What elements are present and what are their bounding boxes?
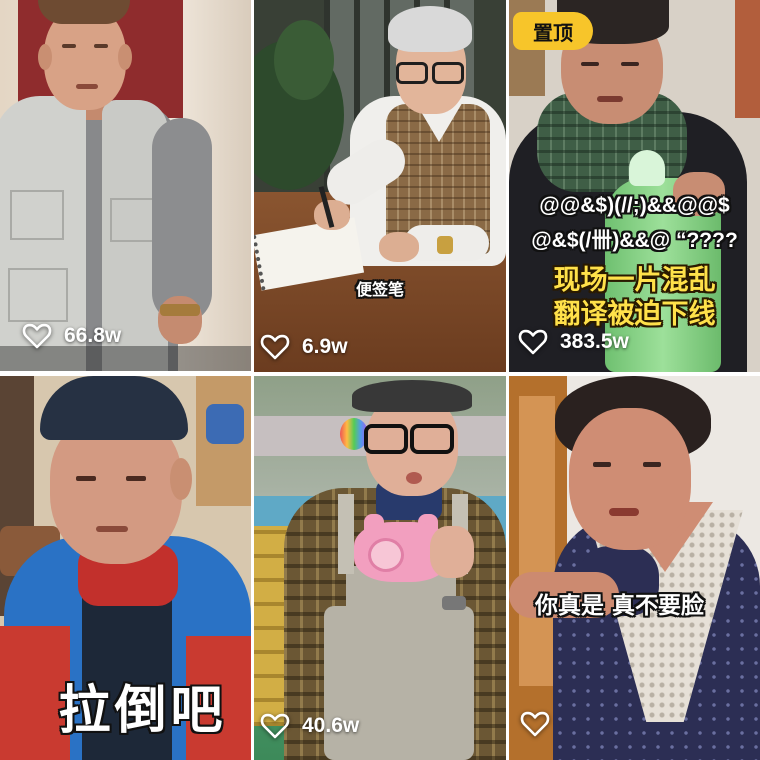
like-button[interactable]: 40.6w (260, 712, 359, 740)
overlay-text: @&$(/卌)&&@ “???? (531, 229, 738, 252)
heart-icon[interactable] (520, 710, 550, 738)
mouth (597, 96, 623, 102)
like-button[interactable]: 6.9w (260, 333, 348, 361)
cap (38, 0, 130, 24)
eye (126, 476, 146, 481)
glasses (364, 424, 408, 454)
video-thumbnail-6[interactable]: 你真是 真不要脸 (509, 376, 760, 760)
eye (94, 44, 108, 48)
strap (338, 494, 354, 574)
cap (40, 376, 188, 440)
vest-pocket (8, 268, 68, 322)
hat (352, 380, 472, 412)
picture-frame (735, 0, 760, 118)
like-count: 6.9w (302, 335, 348, 358)
video-thumbnail-1[interactable]: 66.8w (0, 0, 251, 371)
hanging-bag (206, 404, 244, 444)
video-thumbnail-3[interactable]: 置顶 @@&$)(//;)&&@@$ @&$(/卌)&&@ “???? 现场一片… (509, 0, 760, 372)
eye (581, 62, 599, 66)
mouth (406, 472, 422, 484)
thumbnail-image (254, 0, 506, 372)
glasses (396, 62, 428, 84)
vest-pocket (10, 190, 64, 240)
heart-icon[interactable] (260, 712, 290, 740)
like-count: 40.6w (302, 714, 360, 737)
hand (430, 526, 474, 578)
white-hair (388, 6, 472, 52)
thumbnail-image (0, 0, 251, 371)
heart-icon[interactable] (22, 322, 52, 350)
heart-icon[interactable] (260, 333, 290, 361)
arm (152, 118, 212, 323)
overlay-text: @@&$)(//;)&&@@$ (539, 194, 730, 217)
video-thumbnail-5[interactable]: 40.6w (254, 376, 506, 760)
video-thumbnail-4[interactable]: 拉倒吧 (0, 376, 251, 760)
video-caption: 便签笔 (355, 280, 404, 299)
face (569, 408, 691, 550)
wristwatch (437, 236, 453, 254)
ear (38, 44, 52, 70)
like-count: 383.5w (560, 330, 629, 353)
like-button[interactable]: 66.8w (22, 322, 121, 350)
video-caption: 翻译被迫下线 (553, 299, 716, 330)
mouth (76, 84, 98, 89)
hand (379, 232, 419, 262)
eye (62, 44, 76, 48)
heart-icon[interactable] (518, 328, 548, 356)
like-button[interactable] (520, 710, 550, 738)
video-thumbnail-2[interactable]: 便签笔 6.9w (254, 0, 506, 372)
like-button[interactable]: 383.5w (518, 328, 629, 356)
video-caption: 你真是 真不要脸 (535, 593, 705, 619)
glasses (410, 424, 454, 454)
ear (170, 458, 192, 500)
plant (274, 20, 334, 100)
like-count: 66.8w (64, 324, 122, 347)
pinned-badge: 置顶 (513, 12, 593, 50)
glasses (432, 62, 464, 84)
ear (118, 44, 132, 70)
thumbnail-image (254, 376, 506, 760)
door-panel (519, 396, 555, 686)
eye (621, 62, 639, 66)
mouth (96, 526, 128, 532)
video-caption: 拉倒吧 (58, 681, 227, 741)
pig-snout-lens (368, 538, 404, 572)
bottle-cap (629, 150, 665, 186)
eye (643, 462, 661, 467)
thumbnail-image (509, 376, 760, 760)
wristwatch (442, 596, 466, 610)
eye (76, 476, 96, 481)
mouth (609, 508, 639, 516)
eye (593, 462, 611, 467)
wristwatch (160, 304, 200, 316)
